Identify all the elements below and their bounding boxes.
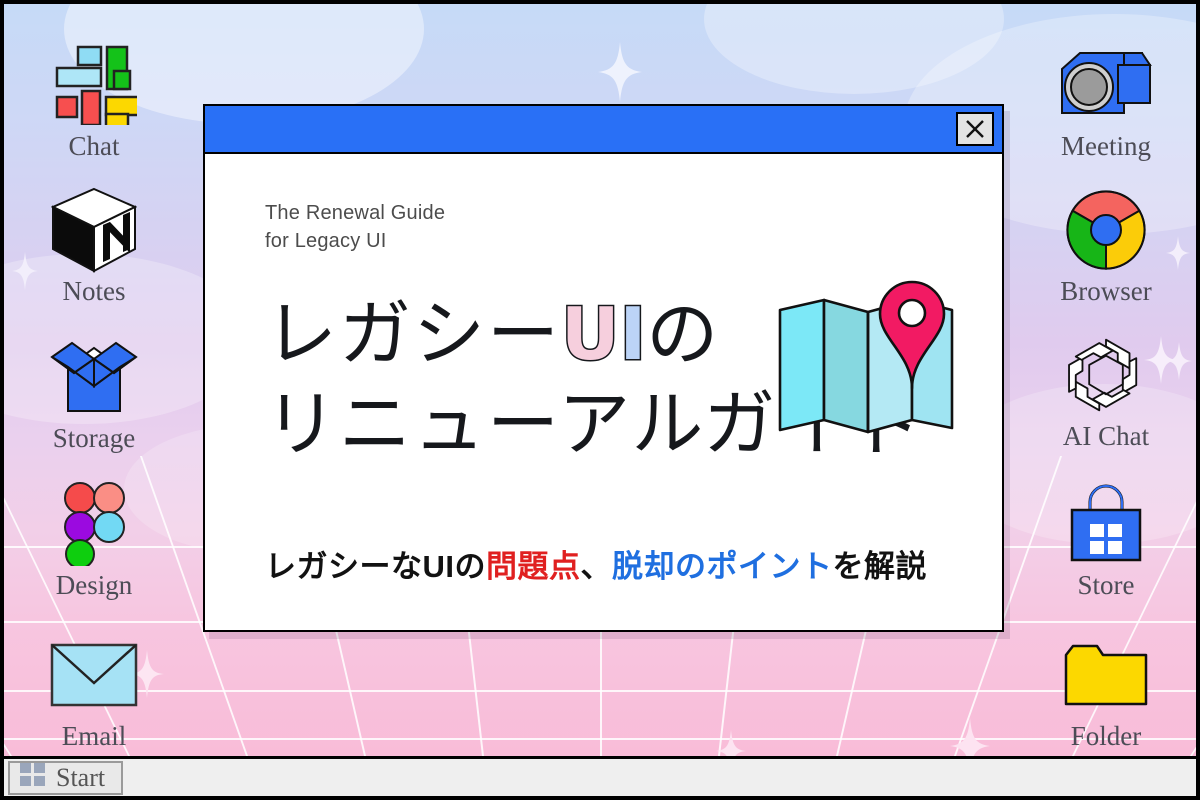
desktop-wallpaper: Chat Notes Storage Design Email Meeting … xyxy=(4,4,1196,756)
window-content: The Renewal Guide for Legacy UI レガシーUIの … xyxy=(205,154,1002,630)
desktop-icon-store[interactable]: Store xyxy=(1016,481,1196,599)
desktop-icon-label: Meeting xyxy=(1061,131,1151,161)
decorative-cloud xyxy=(704,4,1004,94)
desktop-icon-label: Email xyxy=(61,721,127,751)
desktop-icon-ai-chat[interactable]: AI Chat xyxy=(1016,332,1196,450)
eyebrow-text: The Renewal Guide for Legacy UI xyxy=(265,202,446,252)
envelope-icon xyxy=(4,632,184,718)
folder-icon xyxy=(1016,632,1196,718)
dropbox-open-box-icon xyxy=(4,334,184,420)
subtitle-part-2: 、 xyxy=(580,549,612,584)
desktop-icon-label: AI Chat xyxy=(1062,421,1150,451)
subtitle-text: レガシーなUIの問題点、脱却のポイントを解説 xyxy=(265,541,927,586)
app-window: The Renewal Guide for Legacy UI レガシーUIの … xyxy=(203,104,1004,632)
start-button-label: Start xyxy=(56,762,106,792)
subtitle-highlight-red: 問題点 xyxy=(486,549,581,584)
headline-u-mark: U xyxy=(560,291,621,378)
headline-line1-pre: レガシー xyxy=(265,295,562,376)
desktop-icon-folder[interactable]: Folder xyxy=(1016,632,1196,750)
desktop-icon-label: Browser xyxy=(1060,276,1152,306)
shopping-bag-windows-icon xyxy=(1016,481,1196,567)
subtitle-part-1: レガシーなUIの xyxy=(265,549,486,584)
taskbar: Start xyxy=(4,756,1196,796)
desktop-icon-email[interactable]: Email xyxy=(4,632,184,750)
windows-panes-icon xyxy=(20,763,46,792)
window-titlebar[interactable] xyxy=(205,106,1002,154)
folded-map-with-pin-icon xyxy=(776,270,956,443)
desktop-icon-label: Store xyxy=(1077,570,1135,600)
headline-i-mark: I xyxy=(618,291,648,378)
desktop-icon-label: Storage xyxy=(52,423,136,453)
desktop-icon-storage[interactable]: Storage xyxy=(4,334,184,452)
headline-line1-post: の xyxy=(646,295,721,376)
start-button[interactable]: Start xyxy=(8,760,124,795)
desktop-icon-label: Chat xyxy=(68,131,120,161)
video-camera-icon xyxy=(1016,42,1196,128)
desktop-icon-label: Folder xyxy=(1070,721,1142,751)
desktop-icon-notes[interactable]: Notes xyxy=(4,187,184,305)
subtitle-highlight-blue: 脱却のポイント xyxy=(612,549,833,584)
figma-circles-icon xyxy=(4,481,184,567)
desktop-icon-browser[interactable]: Browser xyxy=(1016,187,1196,305)
close-icon[interactable] xyxy=(956,112,994,146)
chrome-wheel-icon xyxy=(1016,187,1196,273)
slack-blocks-icon xyxy=(4,42,184,128)
screen: Chat Notes Storage Design Email Meeting … xyxy=(0,0,1200,800)
openai-knot-icon xyxy=(1016,332,1196,418)
subtitle-part-3: を解説 xyxy=(832,549,927,584)
desktop-icon-design[interactable]: Design xyxy=(4,481,184,599)
desktop-icon-chat[interactable]: Chat xyxy=(4,42,184,160)
desktop-icon-meeting[interactable]: Meeting xyxy=(1016,42,1196,160)
sparkle-icon xyxy=(598,42,642,102)
notion-cube-icon xyxy=(4,187,184,273)
desktop-icon-label: Notes xyxy=(62,276,126,306)
desktop-icon-label: Design xyxy=(55,570,133,600)
